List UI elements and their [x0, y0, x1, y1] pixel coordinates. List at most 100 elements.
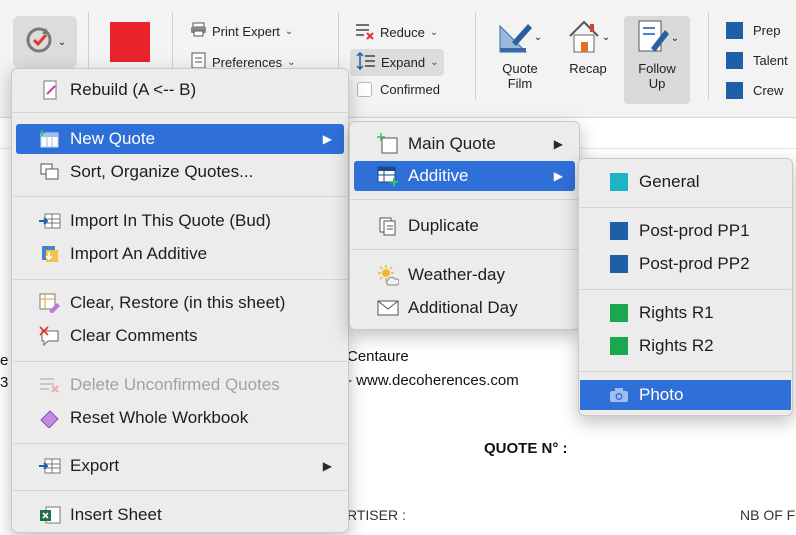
menu-item-weather-day[interactable]: Weather-day: [354, 260, 575, 290]
import-additive-icon: [38, 243, 62, 265]
menu-item-label: Import An Additive: [70, 244, 208, 263]
menu-item-rights-r1[interactable]: Rights R1: [583, 298, 788, 328]
submenu-arrow-icon: ▶: [322, 132, 332, 146]
nb-label: NB OF F: [740, 507, 796, 523]
website-cell[interactable]: - www.decoherences.com: [347, 372, 519, 389]
legend-crew-label: Crew: [753, 83, 784, 98]
menu-separator: [351, 199, 578, 200]
company-name-cell[interactable]: Centaure: [347, 348, 409, 365]
menu-item-label: New Quote: [70, 129, 156, 148]
menu-item-main-quote[interactable]: Main Quote ▶: [354, 129, 575, 159]
post-prod-swatch: [607, 220, 631, 242]
chevron-down-icon: ⌄: [57, 36, 67, 48]
menu-item-photo[interactable]: Photo: [580, 380, 791, 410]
additive-submenu: General Post-prod PP1 Post-prod PP2 Righ…: [578, 158, 793, 416]
clear-comments-icon: [38, 325, 62, 347]
additive-table-icon: [376, 165, 400, 187]
menu-item-post-prod-pp2[interactable]: Post-prod PP2: [583, 249, 788, 279]
menu-item-duplicate[interactable]: Duplicate: [354, 211, 575, 241]
menu-item-sort[interactable]: Sort, Organize Quotes...: [16, 157, 344, 187]
chevron-down-icon: ⌄: [287, 56, 296, 68]
table-add-icon: [38, 128, 62, 150]
menu-item-label: Weather-day: [408, 265, 506, 284]
quote-film-label-2: Film: [507, 76, 533, 91]
refresh-cycle-icon: [24, 25, 54, 60]
menu-item-label: Duplicate: [408, 216, 479, 235]
print-expert-button[interactable]: Print Expert ⌄: [190, 22, 293, 40]
recap-button[interactable]: ⌄ Recap: [560, 18, 616, 76]
edge-cell-text: e: [0, 352, 9, 369]
legend-swatch: [726, 52, 743, 69]
menu-item-rights-r2[interactable]: Rights R2: [583, 331, 788, 361]
menu-item-import-additive[interactable]: Import An Additive: [16, 239, 344, 269]
menu-separator: [13, 112, 347, 113]
legend-talent[interactable]: Talent: [726, 52, 788, 69]
confirmed-checkbox-box[interactable]: [357, 82, 372, 97]
submenu-arrow-icon: ▶: [553, 169, 563, 183]
blueprint-pencil-icon: [498, 18, 534, 57]
rebuild-icon: [38, 79, 62, 101]
document-edit-icon: [635, 18, 671, 59]
menu-item-clear-restore[interactable]: Clear, Restore (in this sheet): [16, 288, 344, 318]
follow-up-label-2: Up: [648, 76, 666, 91]
menu-item-delete-unconfirmed[interactable]: Delete Unconfirmed Quotes: [16, 370, 344, 400]
menu-separator: [580, 207, 791, 208]
legend-crew[interactable]: Crew: [726, 82, 783, 99]
confirmed-checkbox[interactable]: Confirmed: [357, 82, 440, 97]
new-quote-submenu: Main Quote ▶ Additive ▶ Duplicate Weathe…: [349, 121, 580, 330]
menu-item-import-quote[interactable]: Import In This Quote (Bud): [16, 206, 344, 236]
follow-up-button[interactable]: ⌄ Follow Up: [624, 16, 690, 104]
expand-button[interactable]: Expand ⌄: [350, 49, 445, 76]
menu-item-clear-comments[interactable]: Clear Comments: [16, 321, 344, 351]
rights-swatch: [607, 335, 631, 357]
reduce-button[interactable]: Reduce ⌄: [355, 22, 438, 43]
house-icon: [566, 18, 602, 57]
legend-talent-label: Talent: [753, 53, 788, 68]
follow-up-label-1: Follow: [638, 61, 676, 76]
reduce-label: Reduce: [380, 25, 425, 40]
menu-item-label: Rebuild (A <-- B): [70, 80, 197, 99]
menu-item-label: Rights R2: [639, 336, 714, 355]
envelope-icon: [376, 297, 400, 319]
menu-item-export[interactable]: Export ▶: [16, 451, 344, 481]
delete-table-icon: [38, 374, 62, 396]
tools-dropdown-button[interactable]: ⌄: [13, 16, 77, 68]
menu-item-reset-workbook[interactable]: Reset Whole Workbook: [16, 403, 344, 433]
menu-item-label: Post-prod PP1: [639, 221, 750, 240]
menu-item-additive[interactable]: Additive ▶: [354, 161, 575, 191]
menu-item-rebuild[interactable]: Rebuild (A <-- B): [16, 75, 344, 105]
chevron-down-icon: ⌄: [430, 57, 439, 68]
quote-film-button[interactable]: ⌄ Quote Film: [494, 18, 546, 91]
menu-item-label: Sort, Organize Quotes...: [70, 162, 254, 181]
copy-windows-icon: [38, 161, 62, 183]
menu-item-label: Main Quote: [408, 134, 496, 153]
menu-item-label: General: [639, 172, 700, 191]
excel-sheet-icon: [38, 504, 62, 526]
menu-item-label: Reset Whole Workbook: [70, 408, 249, 427]
edge-cell-text: 3: [0, 374, 9, 391]
ribbon-separator: [708, 12, 709, 100]
advertiser-label: RTISER :: [347, 507, 406, 523]
menu-item-new-quote[interactable]: New Quote ▶: [16, 124, 344, 154]
menu-item-additional-day[interactable]: Additional Day: [354, 293, 575, 323]
menu-item-general[interactable]: General: [583, 167, 788, 197]
printer-icon: [190, 22, 207, 40]
eraser-icon: [38, 407, 62, 429]
quote-number-label: QUOTE N° :: [484, 440, 568, 457]
menu-separator: [13, 490, 347, 491]
menu-separator: [13, 361, 347, 362]
expand-icon: [356, 51, 376, 73]
legend-prep-label: Prep: [753, 23, 781, 38]
legend-prep[interactable]: Prep: [726, 22, 780, 39]
quote-film-label-1: Quote: [502, 61, 538, 76]
red-color-button[interactable]: [110, 22, 150, 62]
print-expert-label: Print Expert: [212, 23, 280, 39]
reduce-icon: [355, 22, 375, 43]
chevron-down-icon: ⌄: [429, 27, 439, 38]
duplicate-icon: [376, 215, 400, 237]
expand-label: Expand: [381, 55, 426, 70]
menu-item-insert-sheet[interactable]: Insert Sheet: [16, 500, 344, 530]
weather-icon: [376, 264, 400, 286]
menu-item-post-prod-pp1[interactable]: Post-prod PP1: [583, 216, 788, 246]
ribbon-separator: [475, 12, 476, 100]
